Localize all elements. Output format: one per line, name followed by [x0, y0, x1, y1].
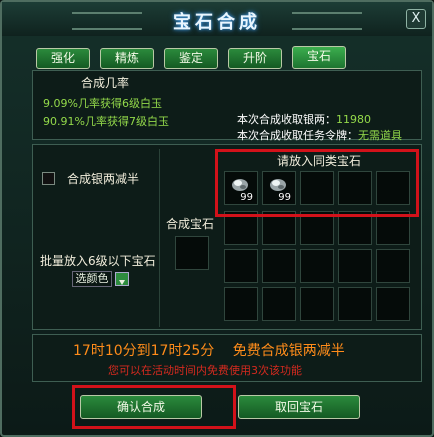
close-button[interactable]: X — [406, 9, 426, 29]
halve-silver-label: 合成银两减半 — [67, 172, 140, 186]
gem-slot[interactable] — [300, 287, 334, 321]
gem-slot[interactable] — [262, 249, 296, 283]
gem-slot[interactable] — [376, 249, 410, 283]
gem-slot[interactable] — [376, 287, 410, 321]
synthesis-panel: 合成银两减半 批量放入6级以下宝石 选颜色 合成宝石 请放入同类宝石 99 99 — [32, 144, 422, 330]
color-select[interactable]: 选颜色 — [72, 271, 112, 287]
fee-label-text: 本次合成收取银两： — [237, 113, 336, 126]
gem-slot[interactable] — [300, 249, 334, 283]
tab-gem[interactable]: 宝石 — [292, 46, 346, 69]
rate-line-2: 90.91%几率获得7级白玉 — [43, 115, 169, 128]
notice-time-text: 17时10分到17时25分 — [73, 343, 215, 359]
section-divider — [159, 149, 160, 327]
rate-line-1: 9.09%几率获得6级白玉 — [43, 97, 162, 110]
tab-upgrade[interactable]: 升阶 — [228, 48, 282, 69]
rate-title: 合成几率 — [81, 76, 130, 90]
highlight-box-gem-slots — [215, 149, 419, 217]
notice-free-text: 免费合成银两减半 — [232, 343, 345, 359]
notice-time: 17时10分到17时25分 免费合成银两减半 — [73, 340, 345, 360]
fee-label: 本次合成收取银两：11980 — [237, 111, 371, 127]
rate-info-panel: 合成几率 9.09%几率获得6级白玉 90.91%几率获得7级白玉 本次合成收取… — [32, 70, 422, 143]
gem-slot[interactable] — [338, 287, 372, 321]
retrieve-gems-button[interactable]: 取回宝石 — [238, 395, 360, 419]
notice-tip: 您可以在活动时间内免费使用3次该功能 — [108, 364, 302, 377]
chevron-down-icon[interactable] — [115, 272, 129, 286]
gem-slot[interactable] — [224, 287, 258, 321]
token-label: 本次合成收取任务令牌：无需道具 — [237, 127, 402, 143]
fee-value: 11980 — [336, 113, 371, 126]
token-value: 无需道具 — [358, 129, 402, 142]
tab-identify[interactable]: 鉴定 — [164, 48, 218, 69]
token-label-text: 本次合成收取任务令牌： — [237, 129, 358, 142]
window-title: 宝石合成 — [173, 12, 261, 33]
title-bar[interactable]: 宝石合成 X — [2, 2, 432, 36]
tab-refine[interactable]: 精炼 — [100, 48, 154, 69]
gem-slot[interactable] — [338, 249, 372, 283]
result-gem-label: 合成宝石 — [166, 217, 215, 231]
halve-silver-checkbox[interactable] — [42, 172, 55, 185]
gem-slot[interactable] — [262, 287, 296, 321]
batch-add-label: 批量放入6级以下宝石 — [40, 254, 156, 268]
gem-synthesis-window: 宝石合成 X 强化 精炼 鉴定 升阶 宝石 合成几率 9.09%几率获得6级白玉… — [0, 0, 434, 437]
tab-strengthen[interactable]: 强化 — [36, 48, 90, 69]
result-gem-slot[interactable] — [175, 236, 209, 270]
highlight-box-confirm — [72, 385, 236, 429]
gem-slot[interactable] — [224, 249, 258, 283]
notice-panel: 17时10分到17时25分 免费合成银两减半 您可以在活动时间内免费使用3次该功… — [32, 334, 422, 382]
